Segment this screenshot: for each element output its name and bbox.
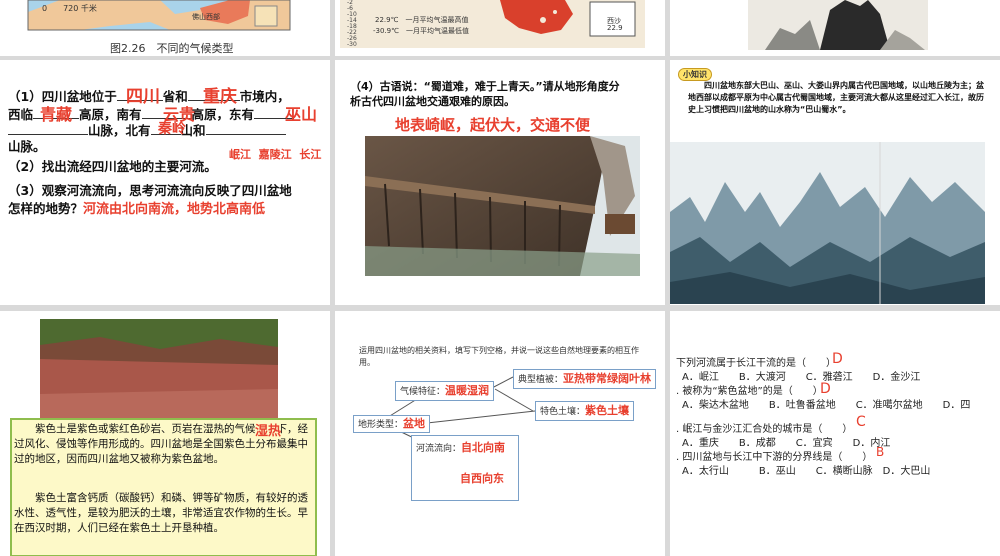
answer-east: 巫山 bbox=[285, 105, 318, 124]
question-1-line3: 山脉，北有 山和 bbox=[8, 122, 286, 139]
legend-max: 22.9℃ 一月平均气温最高值 bbox=[375, 16, 469, 24]
slide-ink-painting[interactable] bbox=[670, 0, 1000, 56]
soil-box: 特色土壤：紫色土壤 bbox=[535, 401, 635, 421]
slide-ba-shu-knowledge[interactable]: 小知识 四川盆地东部大巴山、巫山、大娄山界内属古代巴国地域，以山地丘陵为主；盆地… bbox=[670, 60, 1000, 305]
quiz-q3-options: A．重庆 B．成都 C．宜宾 D．内江 bbox=[682, 438, 891, 449]
answer-transport: 地表崎岖，起伏大，交通不便 bbox=[395, 116, 591, 134]
vegetation-box: 典型植被：亚热带常绿阔叶林 bbox=[513, 369, 657, 389]
knowledge-text: 四川盆地东部大巴山、巫山、大娄山界内属古代巴国地域，以山地丘陵为主；盆地西部以成… bbox=[688, 81, 984, 114]
river-value-2: 自西向东 bbox=[460, 472, 504, 485]
slide-sichuan-questions[interactable]: （1）四川盆地位于 省和 市境内， 四川 重庆 西临 高原，南有 高原，东有 青藏 云贵… bbox=[0, 60, 330, 305]
question-4-line2: 析古代四川盆地交通艰难的原因。 bbox=[350, 95, 515, 108]
legend-min: -30.9℃ 一月平均气温最低值 bbox=[373, 27, 469, 35]
slide-shu-road[interactable]: （4）古语说：“蜀道难，难于上青天。”请从地形角度分 析古代四川盆地交通艰难的原… bbox=[335, 60, 665, 305]
landscape-panorama bbox=[670, 142, 985, 304]
soil-paragraph-2: 紫色土富含钙质（碳酸钙）和磷、钾等矿物质，有较好的透水性、透气性，是较为肥沃的土… bbox=[14, 492, 308, 534]
quiz-q4-options: A．太行山 B．巫山 C．横断山脉 D．大巴山 bbox=[682, 466, 931, 477]
connector-lines bbox=[384, 376, 536, 442]
purple-soil-photo bbox=[40, 319, 278, 419]
answer-city: 重庆 bbox=[203, 87, 237, 107]
quiz-a4: B bbox=[876, 445, 885, 459]
ink-landscape-painting bbox=[748, 0, 928, 50]
plank-road-photo bbox=[365, 136, 640, 276]
soil-highlight: 湿热 bbox=[255, 420, 282, 439]
quiz-q4: . 四川盆地与长江中下游的分界线是（ ） bbox=[676, 452, 873, 463]
quiz-q2-options: A．柴达木盆地 B．吐鲁番盆地 C．准噶尔盆地 D．四 bbox=[682, 400, 971, 411]
question-3-line2: 怎样的地势？河流由北向南流，地势北高南低 bbox=[8, 201, 266, 217]
river-value-1: 自北向南 bbox=[461, 441, 506, 454]
answer-province: 四川 bbox=[126, 87, 160, 107]
map-city-label: 佛山西部 bbox=[192, 13, 220, 21]
soil-value: 紫色土壤 bbox=[585, 404, 630, 417]
answer-rivers: 岷江 嘉陵江 长江 bbox=[229, 148, 322, 161]
question-2: （2）找出流经四川盆地的主要河流。 bbox=[8, 159, 217, 174]
quiz-q2: . 被称为“紫色盆地”的是（ ） bbox=[676, 386, 823, 397]
slide-climate-types[interactable]: 0 720 千米 佛山西部 图2.26 不同的气候类型 bbox=[0, 0, 330, 56]
climate-box: 气候特征：温暖湿润 bbox=[395, 381, 495, 401]
quiz-a1: D bbox=[832, 351, 843, 367]
map-scale: 0 720 千米 bbox=[42, 4, 97, 13]
vegetation-value: 亚热带常绿阔叶林 bbox=[563, 372, 652, 385]
figure-caption: 图2.26 不同的气候类型 bbox=[110, 42, 234, 55]
quiz-q1-options: A．岷江 B．大渡河 C．雅砻江 D．金沙江 bbox=[682, 372, 921, 383]
legend-values: -2 -6 -10 -14 -18 -22 -26 -30 bbox=[347, 0, 357, 48]
answer-north: 秦岭 bbox=[158, 121, 186, 137]
legend-value: -30 bbox=[347, 41, 357, 48]
answer-terrain: 河流由北向南流，地势北高南低 bbox=[83, 202, 266, 217]
question-1-line4: 山脉。 bbox=[8, 139, 46, 154]
slide-quiz[interactable]: 下列河流属于长江干流的是（ ） D A．岷江 B．大渡河 C．雅砻江 D．金沙江… bbox=[670, 311, 1000, 556]
inset-value: 22.9 bbox=[607, 24, 623, 32]
landform-value: 盆地 bbox=[403, 417, 426, 430]
quiz-a2: D bbox=[820, 381, 831, 397]
quiz-a3: C bbox=[856, 414, 866, 430]
slide-temperature-map[interactable]: -2 -6 -10 -14 -18 -22 -26 -30 22.9℃ 一月平均… bbox=[335, 0, 665, 56]
climate-value: 温暖湿润 bbox=[445, 384, 490, 397]
quiz-q3: . 岷江与金沙江汇合处的城市是（ ） bbox=[676, 424, 853, 435]
slide-geography-elements[interactable]: 运用四川盆地的相关资料，填写下列空格，并说一说这些自然地理要素的相互作用。 气候… bbox=[335, 311, 665, 556]
river-box: 河流流向：自北向南 自西向东 bbox=[411, 435, 519, 501]
quiz-q1: 下列河流属于长江干流的是（ ） bbox=[676, 358, 836, 369]
landform-box: 地形类型：盆地 bbox=[353, 415, 431, 433]
slide-purple-soil[interactable]: 紫色土是紫色或紫红色砂岩、页岩在湿热的气候条件下，经过风化、侵蚀等作用形成的。四… bbox=[0, 311, 330, 556]
question-3-line1: （3）观察河流流向，思考河流流向反映了四川盆地 bbox=[8, 183, 292, 198]
